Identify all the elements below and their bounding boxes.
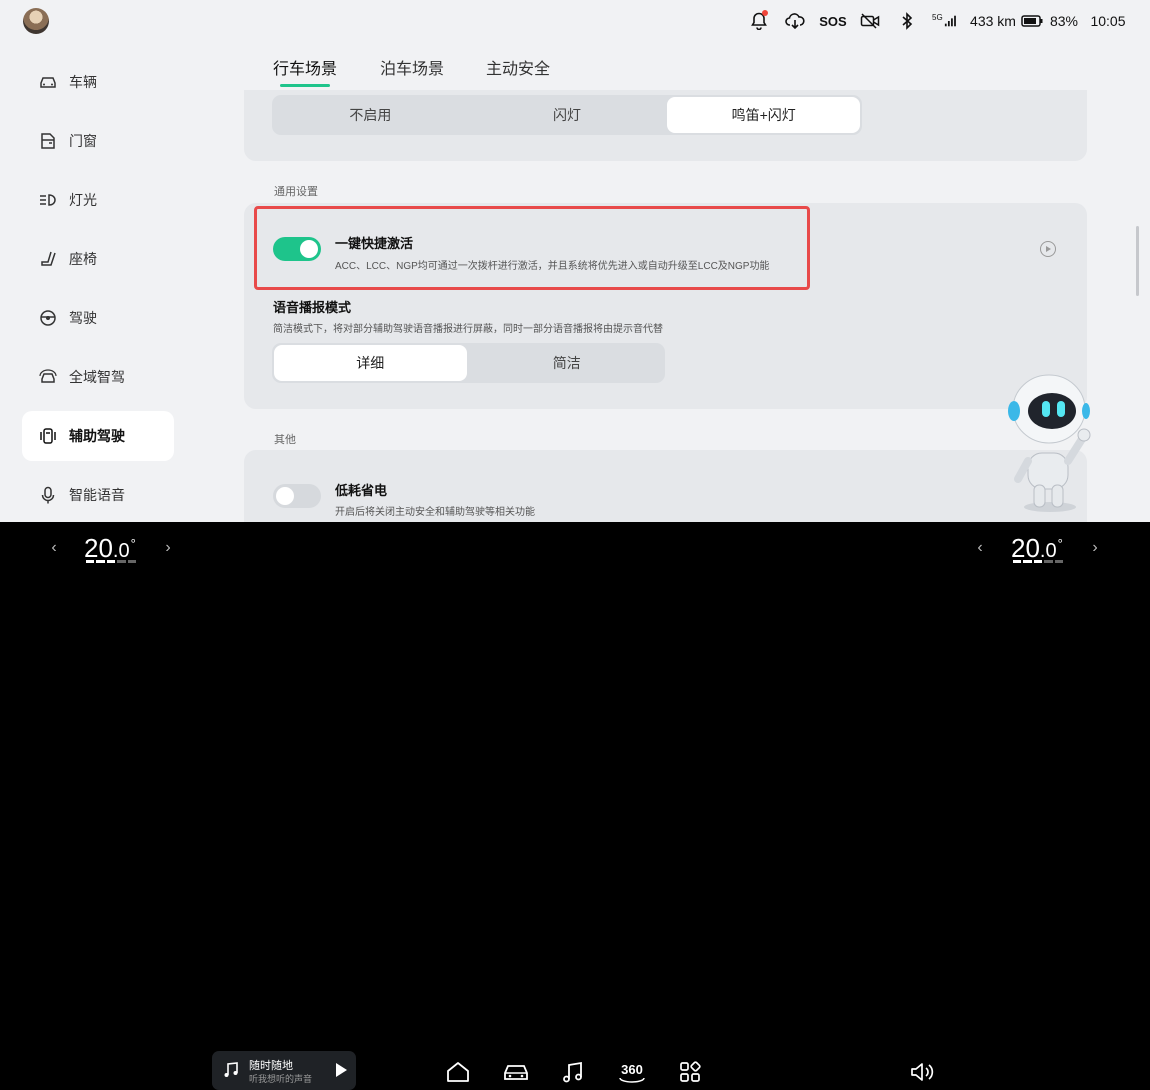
scrollbar[interactable] <box>1136 226 1139 296</box>
microphone-icon <box>37 484 59 506</box>
play-icon[interactable] <box>336 1063 347 1077</box>
headlight-icon <box>37 189 59 211</box>
tab-parking-scene[interactable]: 泊车场景 <box>380 58 444 82</box>
bluetooth-icon[interactable] <box>898 10 916 32</box>
temp-integer: 20 <box>1011 532 1040 563</box>
tab-indicator <box>280 84 330 87</box>
sidebar-item-label: 门窗 <box>69 133 97 149</box>
voice-mode-title: 语音播报模式 <box>273 300 352 315</box>
signal-icon: 5G <box>932 10 956 32</box>
clock: 10:05 <box>1090 13 1126 29</box>
music-icon[interactable] <box>557 1056 589 1088</box>
assist-drive-icon <box>37 425 59 447</box>
sidebar: 车辆 门窗 灯光 座椅 驾驶 全域智驾 辅助驾驶 智能语音 <box>0 52 200 522</box>
temp-unit: ° <box>1057 535 1063 551</box>
temp-integer: 20 <box>84 532 113 563</box>
sidebar-item-label: 全域智驾 <box>69 369 125 385</box>
sidebar-item-label: 智能语音 <box>69 487 125 503</box>
music-subtitle: 听我想听的声音 <box>249 1074 313 1084</box>
alert-option-off[interactable]: 不启用 <box>274 97 467 133</box>
sidebar-item-driving[interactable]: 驾驶 <box>22 293 174 343</box>
apps-grid-icon[interactable] <box>674 1056 706 1088</box>
temp-unit: ° <box>130 535 136 551</box>
camera-360-icon[interactable]: 360 <box>616 1056 648 1088</box>
steering-wheel-icon <box>37 307 59 329</box>
toggle-knob <box>300 240 318 258</box>
voice-option-concise[interactable]: 简洁 <box>471 345 664 381</box>
battery-percent: 83% <box>1049 13 1079 29</box>
quick-activate-desc: ACC、LCC、NGP均可通过一次拨杆进行激活，并且系统将优先进入或自动升级至L… <box>335 261 770 272</box>
battery-icon <box>1020 10 1044 32</box>
general-settings-card: 一键快捷激活 ACC、LCC、NGP均可通过一次拨杆进行激活，并且系统将优先进入… <box>244 203 1087 409</box>
camera-360-label: 360 <box>621 1061 643 1077</box>
tab-driving-scene[interactable]: 行车场景 <box>273 58 337 82</box>
other-card: 低耗省电 开启后将关闭主动安全和辅助驾驶等相关功能 <box>244 450 1087 522</box>
sidebar-item-label: 驾驶 <box>69 310 97 326</box>
temp-left-decrease[interactable]: ‹ <box>46 537 62 559</box>
voice-option-detailed[interactable]: 详细 <box>274 345 467 381</box>
car-icon <box>37 71 59 93</box>
music-widget[interactable]: 随时随地 听我想听的声音 <box>212 1051 356 1090</box>
sidebar-item-label: 灯光 <box>69 192 97 208</box>
temp-right-increase[interactable]: › <box>1087 537 1103 559</box>
door-icon <box>37 130 59 152</box>
tab-active-safety[interactable]: 主动安全 <box>486 58 550 82</box>
alert-mode-selector: 不启用 闪灯 鸣笛+闪灯 <box>272 95 862 135</box>
low-power-toggle[interactable] <box>273 484 321 508</box>
quick-activate-title: 一键快捷激活 <box>335 236 414 251</box>
sidebar-item-label: 座椅 <box>69 251 97 267</box>
sidebar-item-vehicle[interactable]: 车辆 <box>22 57 174 107</box>
status-bar: SOS 5G 433 km 83% 10:05 <box>0 0 1150 42</box>
bottom-dock: ‹ 20.0 ° › 随时随地 听我想听的声音 360 ‹ 20.0 ° › <box>0 522 1150 1090</box>
seat-icon <box>37 248 59 270</box>
cloud-download-icon[interactable] <box>783 10 807 32</box>
temp-left-increase[interactable]: › <box>160 537 176 559</box>
range-label: 433 km <box>970 13 1016 29</box>
general-settings-header: 通用设置 <box>274 186 318 198</box>
sidebar-item-label: 车辆 <box>69 74 97 90</box>
screen: SOS 5G 433 km 83% 10:05 车辆 门窗 灯光 座椅 驾驶 全… <box>0 0 1150 522</box>
vehicle-icon[interactable] <box>500 1056 532 1088</box>
voice-mode-selector: 详细 简洁 <box>272 343 665 383</box>
play-demo-icon[interactable] <box>1040 241 1056 257</box>
sidebar-item-lights[interactable]: 灯光 <box>22 175 174 225</box>
sidebar-item-doors[interactable]: 门窗 <box>22 116 174 166</box>
left-temp-bar <box>86 560 137 563</box>
home-icon[interactable] <box>442 1056 474 1088</box>
alert-option-flash[interactable]: 闪灯 <box>471 97 664 133</box>
sidebar-item-assist-drive[interactable]: 辅助驾驶 <box>22 411 174 461</box>
right-temp-bar <box>1013 560 1064 563</box>
music-title: 随时随地 <box>249 1060 293 1072</box>
notification-dot <box>762 10 768 16</box>
smart-drive-icon <box>37 366 59 388</box>
voice-mode-desc: 简洁模式下，将对部分辅助驾驶语音播报进行屏蔽，同时一部分语音播报将由提示音代替 <box>273 324 663 335</box>
sidebar-item-smart-drive[interactable]: 全域智驾 <box>22 352 174 402</box>
settings-content: 不启用 闪灯 鸣笛+闪灯 通用设置 一键快捷激活 ACC、LCC、NGP均可通过… <box>244 90 1087 522</box>
avatar[interactable] <box>23 8 49 34</box>
camera-off-icon[interactable] <box>858 10 882 32</box>
sidebar-item-seats[interactable]: 座椅 <box>22 234 174 284</box>
sidebar-item-voice[interactable]: 智能语音 <box>22 470 174 520</box>
music-note-icon <box>222 1061 240 1079</box>
volume-icon[interactable] <box>906 1056 938 1088</box>
sidebar-item-label: 辅助驾驶 <box>69 428 125 444</box>
temp-right-decrease[interactable]: ‹ <box>972 537 988 559</box>
other-header: 其他 <box>274 434 296 446</box>
alert-mode-card: 不启用 闪灯 鸣笛+闪灯 <box>244 90 1087 161</box>
quick-activate-toggle[interactable] <box>273 237 321 261</box>
low-power-title: 低耗省电 <box>335 483 388 498</box>
alert-option-horn-flash[interactable]: 鸣笛+闪灯 <box>667 97 861 133</box>
network-type-label: 5G <box>932 12 943 22</box>
low-power-desc: 开启后将关闭主动安全和辅助驾驶等相关功能 <box>335 507 535 518</box>
sos-button[interactable]: SOS <box>818 10 848 32</box>
robot-assistant[interactable] <box>1000 365 1100 515</box>
toggle-knob <box>276 487 294 505</box>
